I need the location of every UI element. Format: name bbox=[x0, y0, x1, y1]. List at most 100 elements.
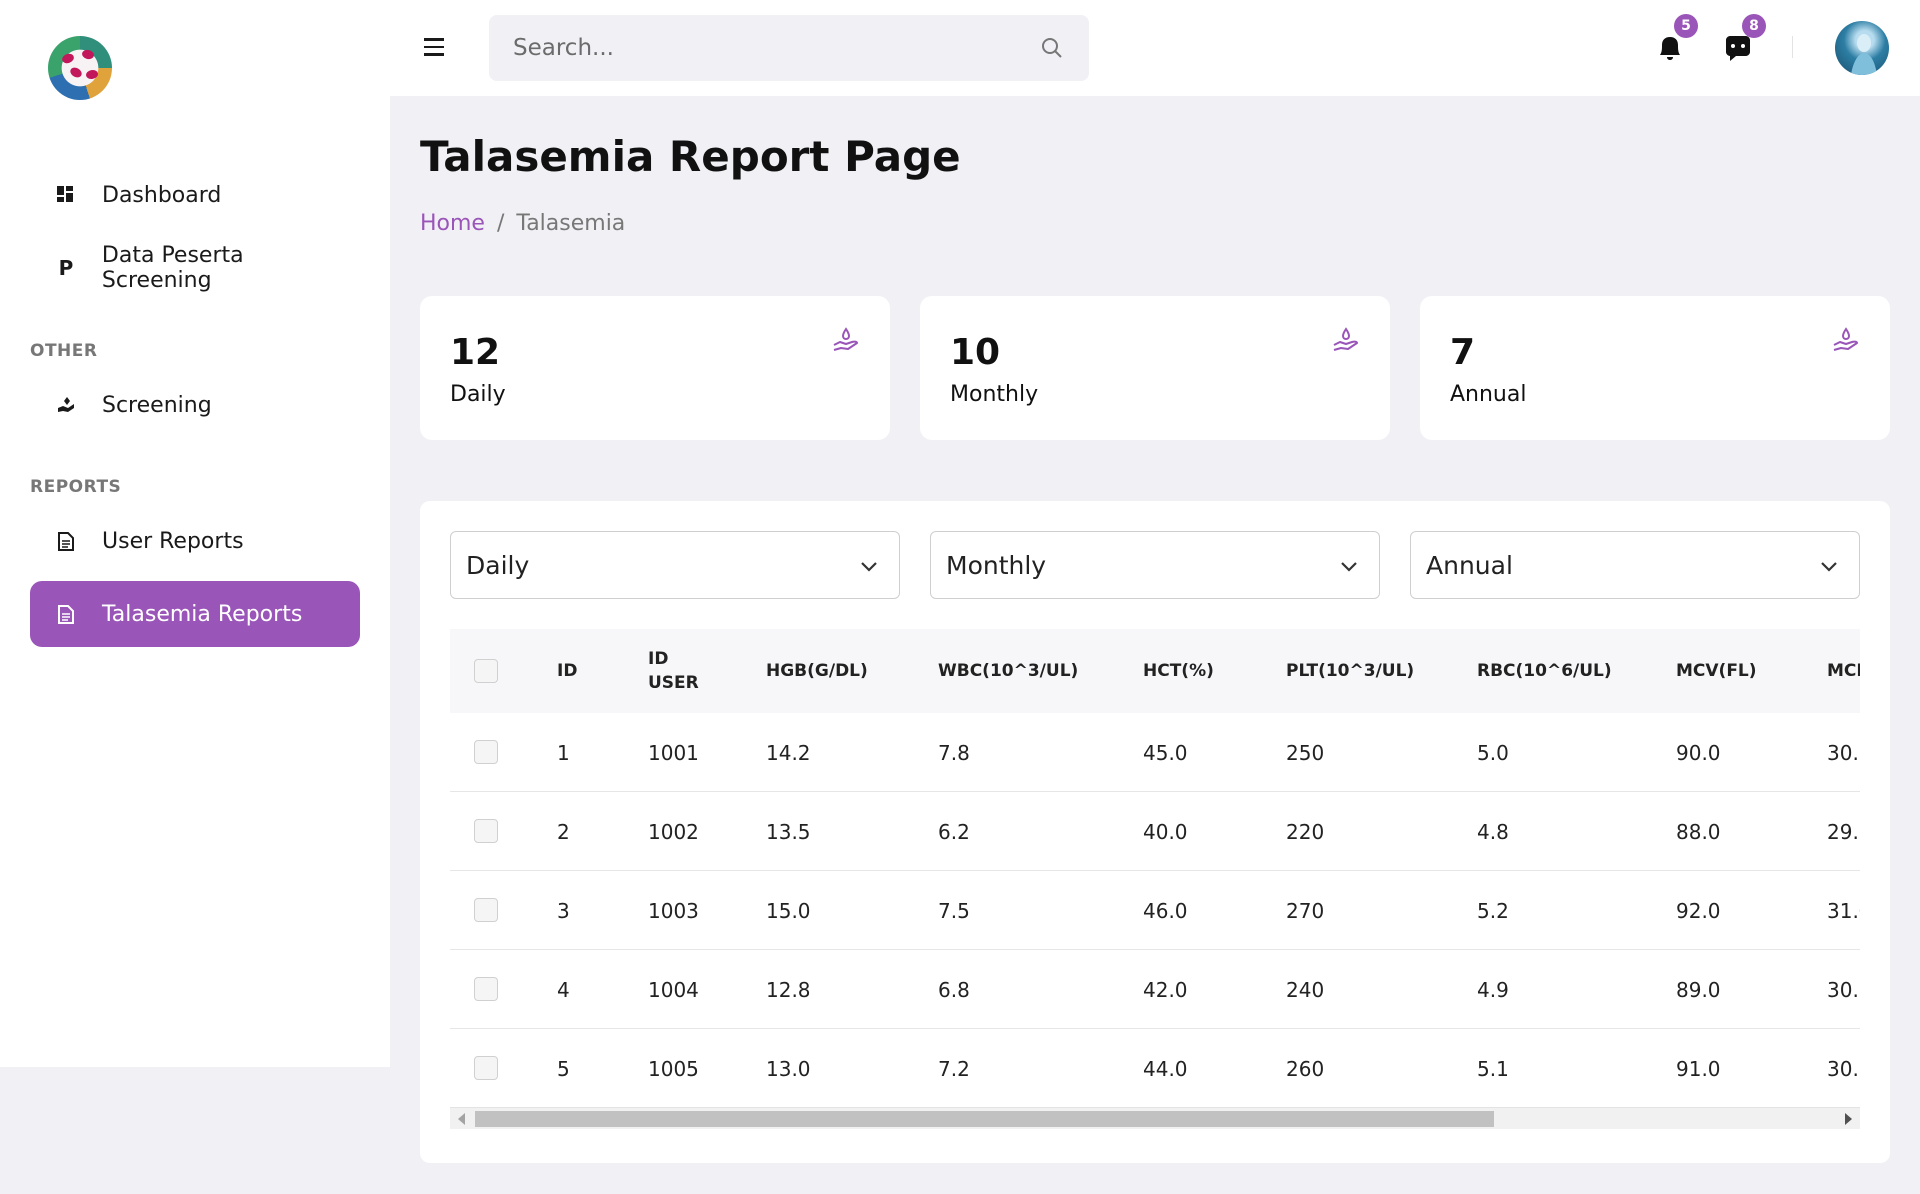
app-logo[interactable] bbox=[48, 36, 112, 100]
cell-id-user: 1002 bbox=[648, 819, 699, 844]
cell-mcv: 89.0 bbox=[1676, 977, 1721, 1002]
select-all-checkbox[interactable] bbox=[474, 659, 498, 683]
table-header-row: ID ID USER HGB(G/DL) WBC(10^3/UL) HCT(%)… bbox=[450, 629, 1860, 713]
stat-card-annual: 7 Annual bbox=[1420, 296, 1890, 440]
stat-value: 7 bbox=[1450, 332, 1476, 373]
filter-select-daily[interactable]: Daily bbox=[450, 531, 900, 599]
horizontal-scrollbar[interactable] bbox=[450, 1107, 1860, 1129]
cell-plt: 260 bbox=[1286, 1056, 1325, 1081]
breadcrumb-separator: / bbox=[496, 211, 505, 236]
cell-mcv: 92.0 bbox=[1676, 898, 1721, 923]
page-title: Talasemia Report Page bbox=[420, 132, 961, 181]
cell-hgb: 12.8 bbox=[766, 977, 811, 1002]
search-input[interactable] bbox=[489, 35, 1009, 61]
table-row[interactable]: 2 1002 13.5 6.2 40.0 220 4.8 88.0 29.! bbox=[450, 792, 1860, 871]
column-header[interactable]: WBC(10^3/UL) bbox=[938, 629, 1078, 713]
column-header[interactable]: MCI bbox=[1827, 629, 1860, 713]
sidebar-item-label: Talasemia Reports bbox=[102, 601, 303, 627]
cell-hct: 46.0 bbox=[1143, 898, 1188, 923]
stat-card-daily: 12 Daily bbox=[420, 296, 890, 440]
row-checkbox[interactable] bbox=[474, 898, 498, 922]
dashboard-icon bbox=[30, 186, 102, 204]
cell-rbc: 5.0 bbox=[1477, 740, 1509, 765]
column-header[interactable]: ID bbox=[557, 629, 577, 713]
cell-hct: 40.0 bbox=[1143, 819, 1188, 844]
sidebar-item-label: Data Peserta Screening bbox=[101, 243, 244, 293]
cell-rbc: 5.1 bbox=[1477, 1056, 1509, 1081]
cell-hct: 44.0 bbox=[1143, 1056, 1188, 1081]
scroll-left-arrow[interactable] bbox=[458, 1113, 465, 1125]
row-checkbox[interactable] bbox=[474, 1056, 498, 1080]
stat-card-monthly: 10 Monthly bbox=[920, 296, 1390, 440]
cell-id-user: 1003 bbox=[648, 898, 699, 923]
messages-button[interactable]: 8 bbox=[1718, 14, 1766, 68]
sidebar-item-talasemia-reports[interactable]: Talasemia Reports bbox=[30, 581, 360, 647]
filter-select-annual[interactable]: Annual bbox=[1410, 531, 1860, 599]
cell-hgb: 13.0 bbox=[766, 1056, 811, 1081]
sidebar-item-dashboard[interactable]: Dashboard bbox=[30, 162, 360, 228]
breadcrumb-home-link[interactable]: Home bbox=[420, 211, 485, 236]
row-checkbox[interactable] bbox=[474, 740, 498, 764]
cell-plt: 220 bbox=[1286, 819, 1325, 844]
cell-mch: 30.( bbox=[1827, 1056, 1860, 1081]
table-row[interactable]: 4 1004 12.8 6.8 42.0 240 4.9 89.0 30.! bbox=[450, 950, 1860, 1029]
row-checkbox[interactable] bbox=[474, 977, 498, 1001]
column-header[interactable]: ID USER bbox=[648, 629, 708, 713]
file-icon bbox=[30, 531, 102, 551]
section-label-reports: REPORTS bbox=[30, 477, 122, 497]
row-checkbox[interactable] bbox=[474, 819, 498, 843]
cell-id-user: 1005 bbox=[648, 1056, 699, 1081]
column-header[interactable]: HGB(G/DL) bbox=[766, 629, 868, 713]
cell-id: 1 bbox=[557, 740, 570, 765]
scrollbar-thumb[interactable] bbox=[475, 1111, 1494, 1127]
table-row[interactable]: 1 1001 14.2 7.8 45.0 250 5.0 90.0 30.( bbox=[450, 713, 1860, 792]
stat-value: 10 bbox=[950, 332, 1001, 373]
scroll-right-arrow[interactable] bbox=[1845, 1113, 1852, 1125]
cell-wbc: 6.2 bbox=[938, 819, 970, 844]
cell-hct: 42.0 bbox=[1143, 977, 1188, 1002]
notifications-button[interactable]: 5 bbox=[1650, 14, 1698, 68]
column-header[interactable]: HCT(%) bbox=[1143, 629, 1214, 713]
cell-mcv: 91.0 bbox=[1676, 1056, 1721, 1081]
sidebar-item-label: Screening bbox=[102, 392, 212, 418]
chevron-down-icon bbox=[861, 562, 877, 572]
reports-table: ID ID USER HGB(G/DL) WBC(10^3/UL) HCT(%)… bbox=[450, 629, 1860, 1129]
cell-rbc: 4.9 bbox=[1477, 977, 1509, 1002]
hand-drop-icon bbox=[833, 327, 858, 351]
user-avatar[interactable] bbox=[1835, 21, 1889, 75]
column-header[interactable]: PLT(10^3/UL) bbox=[1286, 629, 1414, 713]
header-divider bbox=[1792, 36, 1793, 58]
table-row[interactable]: 5 1005 13.0 7.2 44.0 260 5.1 91.0 30.( bbox=[450, 1029, 1860, 1108]
reports-panel: Daily Monthly Annual ID ID USER HGB(G/DL… bbox=[420, 501, 1890, 1163]
stat-label: Daily bbox=[450, 382, 506, 407]
hand-drop-icon bbox=[1333, 327, 1358, 351]
section-label-other: OTHER bbox=[30, 341, 98, 361]
sidebar-item-label: User Reports bbox=[102, 528, 244, 554]
chevron-down-icon bbox=[1341, 562, 1357, 572]
column-header[interactable]: MCV(FL) bbox=[1676, 629, 1757, 713]
top-header: 5 8 bbox=[390, 0, 1920, 96]
sidebar: Dashboard P Data Peserta Screening OTHER… bbox=[0, 0, 390, 1067]
select-value: Annual bbox=[1426, 550, 1513, 580]
table-row[interactable]: 3 1003 15.0 7.5 46.0 270 5.2 92.0 31.C bbox=[450, 871, 1860, 950]
menu-toggle-button[interactable] bbox=[420, 32, 450, 62]
search-icon[interactable] bbox=[1041, 37, 1063, 59]
column-header[interactable]: RBC(10^6/UL) bbox=[1477, 629, 1612, 713]
cell-plt: 250 bbox=[1286, 740, 1325, 765]
select-value: Monthly bbox=[946, 550, 1047, 580]
cell-mch: 31.C bbox=[1827, 898, 1860, 923]
cell-rbc: 5.2 bbox=[1477, 898, 1509, 923]
cell-mch: 30.( bbox=[1827, 740, 1860, 765]
sidebar-item-user-reports[interactable]: User Reports bbox=[30, 508, 360, 574]
filter-select-monthly[interactable]: Monthly bbox=[930, 531, 1380, 599]
search-bar bbox=[489, 15, 1089, 81]
messages-count-badge: 8 bbox=[1742, 14, 1766, 38]
sidebar-item-screening[interactable]: Screening bbox=[30, 372, 360, 438]
hand-drop-icon bbox=[1833, 327, 1858, 351]
p-icon: P bbox=[58, 256, 74, 280]
cell-id-user: 1004 bbox=[648, 977, 699, 1002]
cell-plt: 240 bbox=[1286, 977, 1325, 1002]
screening-icon bbox=[30, 395, 102, 415]
cell-mcv: 88.0 bbox=[1676, 819, 1721, 844]
sidebar-item-data-peserta-screening[interactable]: P Data Peserta Screening bbox=[30, 235, 360, 301]
